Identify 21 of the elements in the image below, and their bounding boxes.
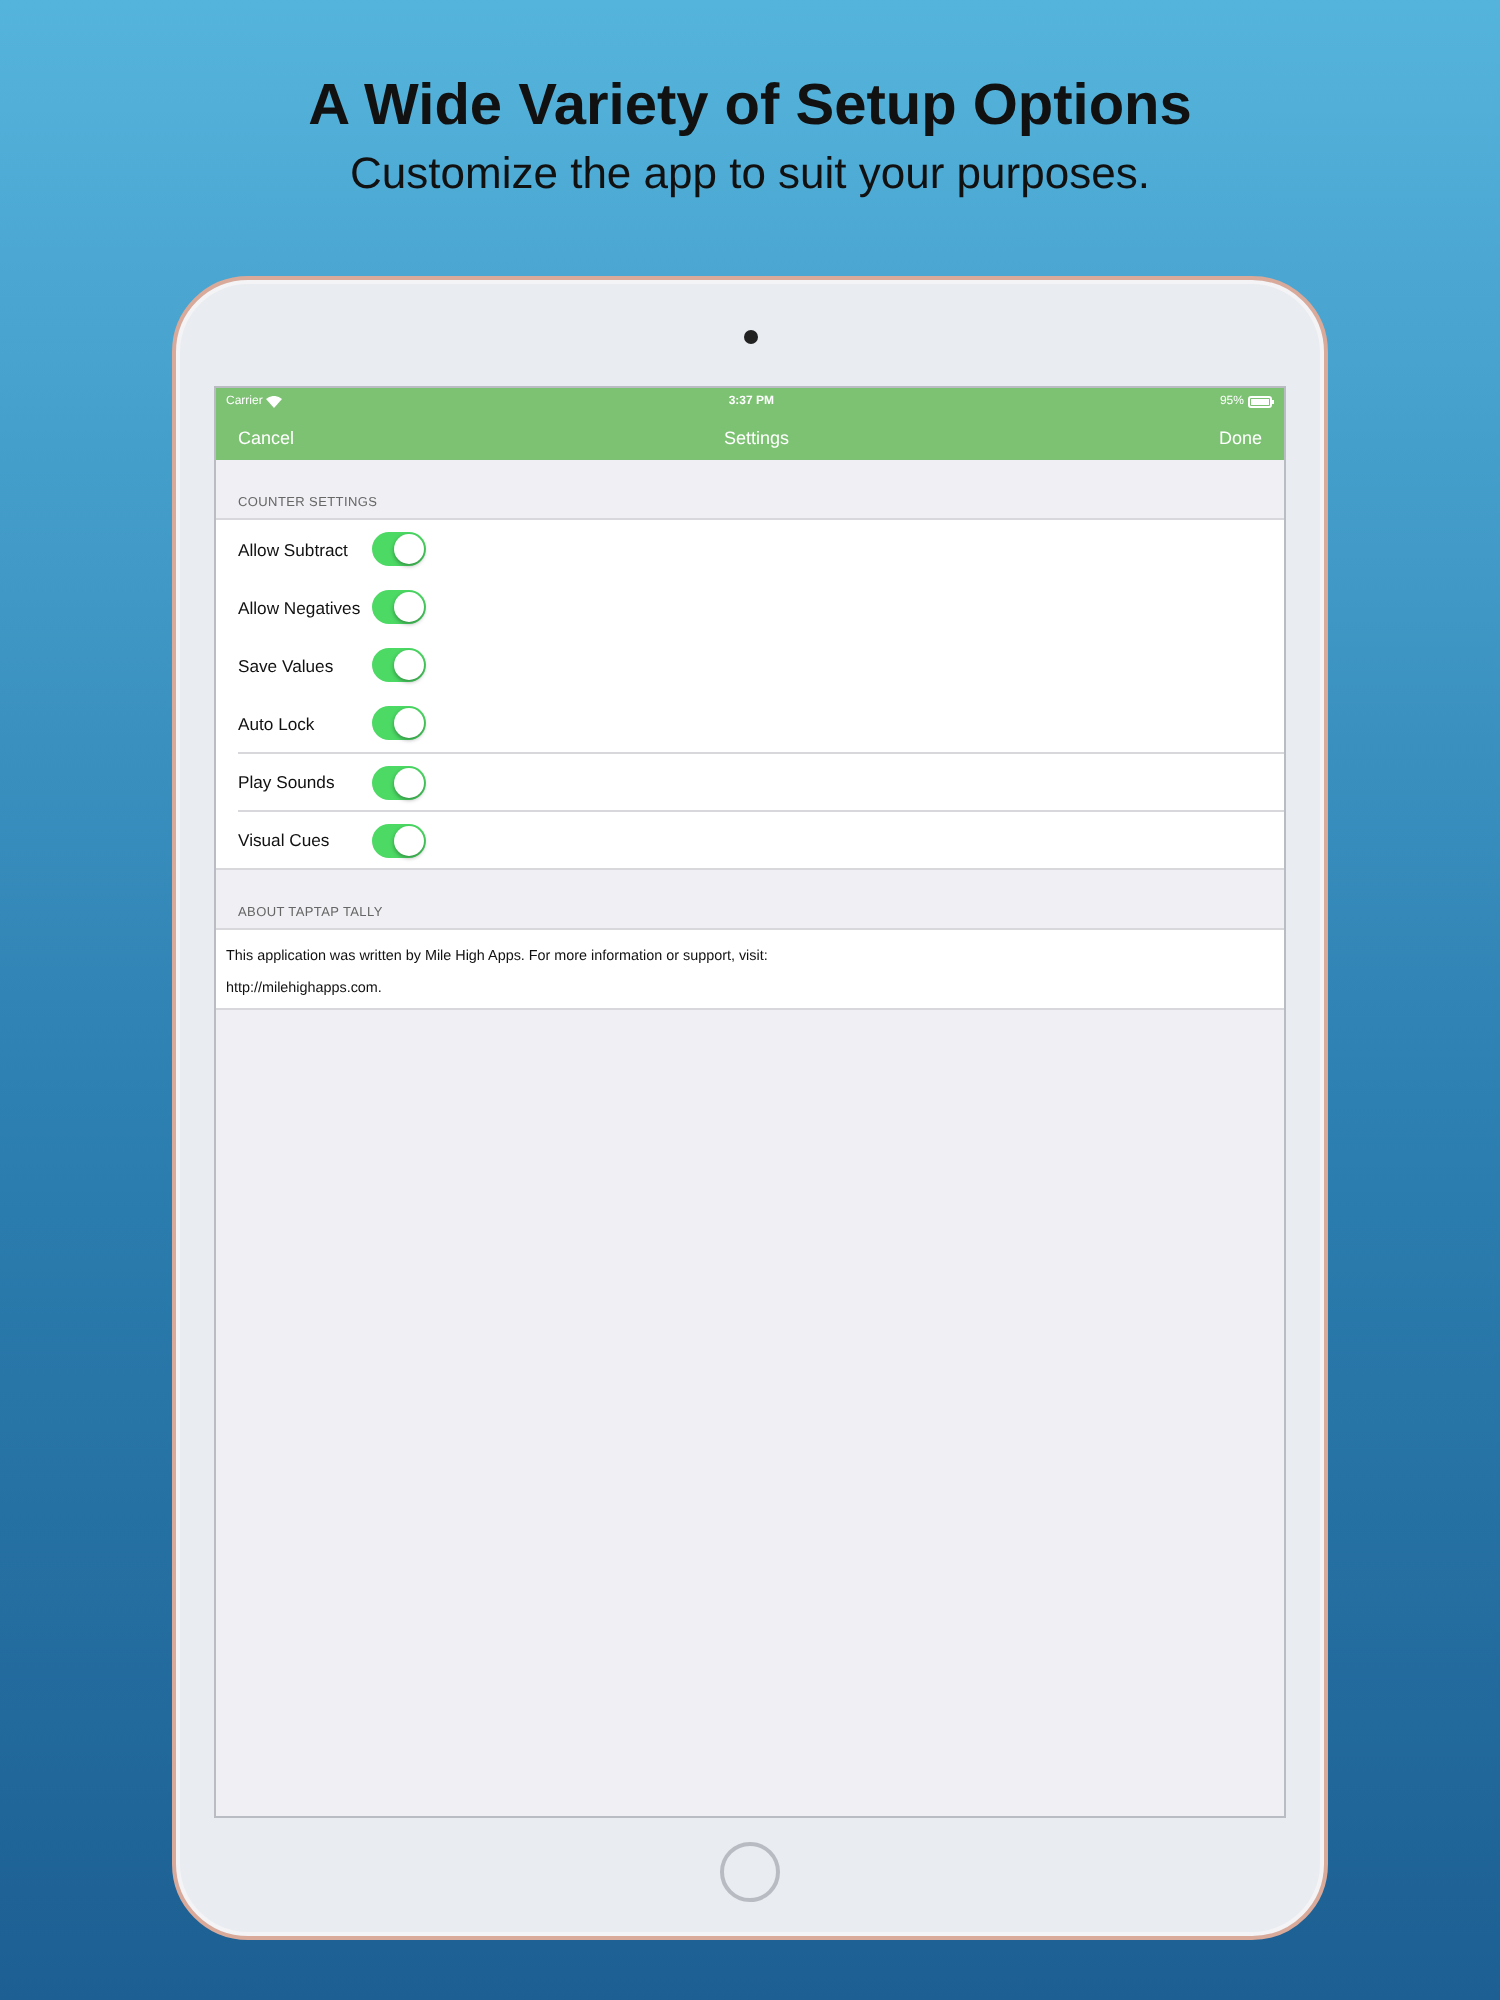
toggle-switch[interactable] [372, 532, 426, 566]
subtitle: Customize the app to suit your purposes. [350, 148, 1150, 200]
nav-title: Settings [723, 427, 790, 447]
toggle-switch[interactable] [372, 590, 426, 624]
headline: A Wide Variety of Setup Options [308, 72, 1192, 140]
setting-label: Auto Lock [238, 713, 317, 733]
setting-label: Allow Negatives [238, 597, 363, 617]
toggle-switch[interactable] [372, 648, 426, 682]
cancel-button[interactable]: Cancel [238, 427, 295, 447]
setting-label: Visual Cues [238, 830, 332, 850]
done-button[interactable]: Done [1218, 427, 1262, 447]
setting-label: Play Sounds [238, 772, 337, 792]
setting-label: Allow Subtract [238, 539, 350, 559]
wifi-icon [266, 395, 283, 407]
toggle-switch[interactable] [372, 765, 426, 799]
toggle-switch[interactable] [372, 823, 426, 857]
setting-label: Save Values [238, 655, 336, 675]
toggle-switch[interactable] [372, 706, 426, 740]
home-button[interactable] [720, 1842, 780, 1902]
camera-icon [743, 330, 757, 344]
battery-icon [1247, 395, 1274, 407]
